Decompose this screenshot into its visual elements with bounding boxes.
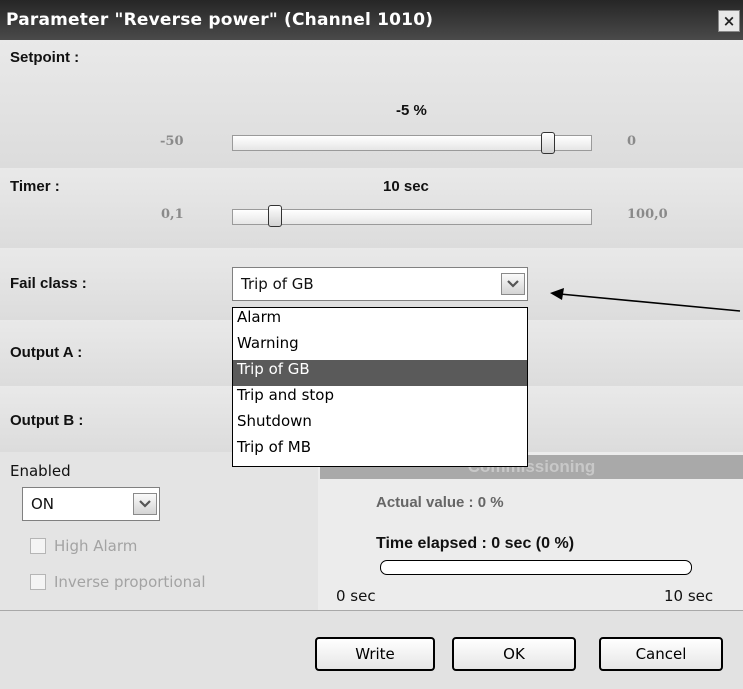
setpoint-slider-track[interactable] [232,135,592,151]
ok-button[interactable]: OK [452,637,576,671]
timer-value: 10 sec [383,178,429,195]
enabled-label: Enabled [10,462,71,480]
fail-class-dropdown-list: Alarm Warning Trip of GB Trip and stop S… [232,307,528,467]
actual-value-text: Actual value : 0 % [376,494,504,511]
title-bar: Parameter "Reverse power" (Channel 1010)… [0,0,743,40]
close-icon[interactable]: × [718,10,740,32]
fail-class-option[interactable]: Alarm [233,308,527,334]
fail-class-selected: Trip of GB [241,275,314,293]
high-alarm-checkbox[interactable] [30,538,46,554]
setpoint-min: -50 [160,134,184,149]
annotation-arrow-icon [550,288,741,312]
chevron-down-icon[interactable] [501,273,525,295]
output-a-label: Output A : [10,344,83,361]
setpoint-panel: Setpoint : -5 % -50 0 [0,40,743,169]
fail-class-option-highlighted[interactable]: Trip of GB [233,360,527,386]
timer-min: 0,1 [161,207,184,222]
setpoint-label: Setpoint : [10,49,80,66]
setpoint-value: -5 % [396,102,427,119]
setpoint-slider-thumb[interactable] [541,132,555,154]
cancel-button[interactable]: Cancel [599,637,723,671]
fail-class-option[interactable]: Shutdown [233,412,527,438]
write-button[interactable]: Write [315,637,435,671]
inverse-proportional-label: Inverse proportional [54,573,206,591]
chevron-down-icon[interactable] [133,493,157,515]
fail-class-option[interactable]: Warning [233,334,527,360]
enabled-selected: ON [31,495,55,513]
output-b-label: Output B : [10,412,84,429]
timer-panel: Timer : 10 sec 0,1 100,0 [0,168,743,249]
setpoint-max: 0 [627,134,637,149]
timer-label: Timer : [10,178,60,195]
timer-max: 100,0 [627,207,668,222]
range-max-label: 10 sec [664,587,714,605]
fail-class-select[interactable]: Trip of GB [232,267,528,301]
window-title: Parameter "Reverse power" (Channel 1010) [6,10,434,30]
timer-slider-thumb[interactable] [268,205,282,227]
fail-class-label: Fail class : [10,275,87,292]
timer-slider-track[interactable] [232,209,592,225]
range-min-label: 0 sec [336,587,376,605]
time-elapsed-progress-bar [380,560,692,575]
fail-class-option[interactable]: Trip and stop [233,386,527,412]
time-elapsed-text: Time elapsed : 0 sec (0 %) [376,535,575,552]
high-alarm-label: High Alarm [54,537,138,555]
fail-class-option[interactable]: Trip of MB [233,438,527,464]
enabled-select[interactable]: ON [22,487,160,521]
inverse-proportional-checkbox[interactable] [30,574,46,590]
